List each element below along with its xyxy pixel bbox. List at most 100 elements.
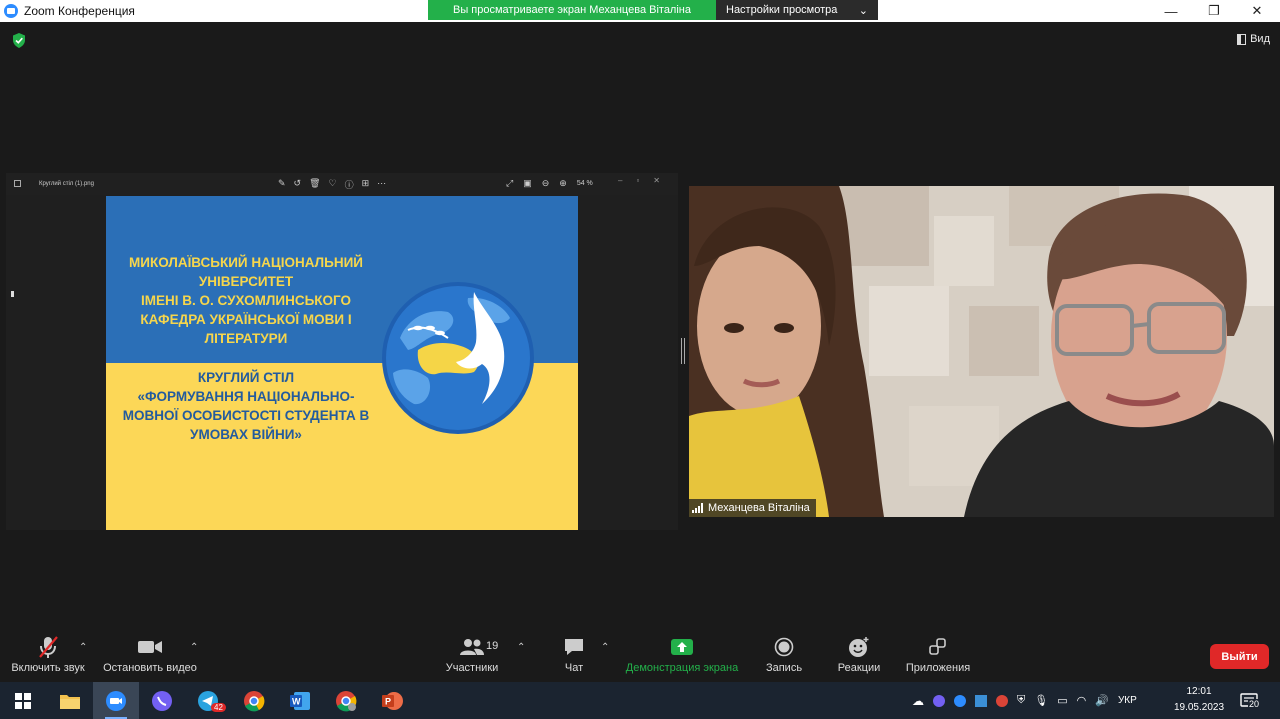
- record-icon: [774, 632, 794, 662]
- delete-icon: 🗑: [309, 178, 321, 188]
- record-button[interactable]: Запись: [762, 632, 806, 680]
- chat-bubble-icon: [563, 632, 585, 662]
- view-settings-button[interactable]: Настройки просмотра ⌄: [716, 0, 878, 20]
- viewer-maximize-icon: ▫: [636, 176, 640, 185]
- leave-meeting-button[interactable]: Выйти: [1210, 644, 1269, 669]
- video-camera-icon: [137, 632, 163, 662]
- share-banner: Вы просматриваете экран Механцева Віталі…: [428, 0, 878, 20]
- audio-options-caret[interactable]: ⌃: [79, 642, 87, 653]
- record-label: Запись: [765, 662, 803, 674]
- battery-icon[interactable]: ▭: [1057, 694, 1067, 707]
- file-explorer-taskbar-button[interactable]: [47, 682, 93, 719]
- zoom-logo-icon: [4, 4, 18, 18]
- title-bar: Zoom Конференция Вы просматриваете экран…: [0, 0, 1280, 22]
- language-indicator[interactable]: УКР: [1118, 695, 1137, 706]
- onedrive-cloud-icon[interactable]: ☁: [912, 694, 924, 708]
- chat-options-caret[interactable]: ⌃: [601, 642, 609, 653]
- university-line: КАФЕДРА УКРАЇНСЬКОЇ МОВИ І: [140, 312, 352, 327]
- chevron-down-icon: ⌄: [858, 4, 868, 17]
- info-icon: ⓘ: [344, 180, 354, 190]
- chrome-icon: [244, 690, 265, 711]
- chrome-taskbar-button[interactable]: [231, 682, 277, 719]
- share-banner-text: Вы просматриваете экран Механцева Віталі…: [428, 0, 716, 20]
- viewer-zoom-level: 54 %: [576, 180, 593, 187]
- event-title: КРУГЛИЙ СТІЛ «ФОРМУВАННЯ НАЦІОНАЛЬНО- МО…: [116, 368, 376, 444]
- crop-icon: ⊞: [361, 178, 370, 188]
- share-screen-icon: [670, 632, 694, 662]
- zoom-out-icon: ⊖: [541, 178, 550, 188]
- signal-strength-icon: [692, 503, 703, 513]
- close-button[interactable]: ✕: [1235, 0, 1279, 22]
- minimize-button[interactable]: —: [1149, 0, 1193, 22]
- split-view-divider[interactable]: [681, 338, 685, 364]
- system-tray: ☁ ⛨ 🎙 ▭ ◠ 🔊 УКР: [912, 682, 1137, 719]
- svg-text:P: P: [385, 696, 391, 706]
- unmute-label: Включить звук: [11, 662, 85, 674]
- expand-icon: ⤢: [506, 178, 514, 188]
- more-icon: ⋯: [377, 178, 387, 188]
- clock-time: 12:01: [1186, 686, 1212, 697]
- app-tray-icon[interactable]: [975, 694, 987, 707]
- viber-icon: [152, 690, 172, 711]
- clock-date: 19.05.2023: [1173, 702, 1225, 713]
- reactions-label: Реакции: [837, 662, 881, 674]
- stop-video-label: Остановить видео: [103, 662, 197, 674]
- event-line: УМОВАХ ВІЙНИ»: [190, 427, 302, 442]
- word-taskbar-button[interactable]: W: [277, 682, 323, 719]
- powerpoint-icon: P: [382, 691, 403, 710]
- share-screen-label: Демонстрация экрана: [625, 662, 739, 674]
- view-layout-icon: [1237, 33, 1247, 45]
- view-button[interactable]: Вид: [1237, 33, 1270, 45]
- apps-icon: [928, 632, 948, 662]
- participants-label: Участники: [445, 662, 499, 674]
- favorite-icon: ♡: [328, 178, 337, 188]
- mouse-cursor: [11, 291, 14, 297]
- participants-icon: [459, 632, 485, 662]
- notification-center-button[interactable]: 20: [1240, 693, 1262, 714]
- reaction-smiley-icon: [848, 632, 870, 662]
- microphone-tray-icon[interactable]: 🎙: [1034, 694, 1048, 707]
- chat-button[interactable]: Чат: [556, 632, 592, 680]
- fit-icon: ▣: [523, 178, 532, 188]
- zoom-in-icon: ⊕: [559, 178, 567, 188]
- stop-video-button[interactable]: Остановить видео: [100, 632, 200, 680]
- zoom-tray-icon[interactable]: [954, 694, 966, 707]
- video-options-caret[interactable]: ⌃: [190, 642, 198, 653]
- maximize-button[interactable]: ❐: [1192, 0, 1236, 22]
- university-line: ІМЕНІ В. О. СУХОМЛИНСЬКОГО: [141, 293, 351, 308]
- view-settings-label: Настройки просмотра: [726, 4, 838, 16]
- powerpoint-taskbar-button[interactable]: P: [369, 682, 415, 719]
- viewer-zoom-tools: ⤢ ▣ ⊖ ⊕ 54 %: [506, 178, 593, 189]
- event-line: МОВНОЇ ОСОБИСТОСТІ СТУДЕНТА В: [122, 408, 370, 423]
- clock[interactable]: 12:01 19.05.2023: [1172, 684, 1226, 716]
- volume-icon[interactable]: 🔊: [1095, 694, 1109, 707]
- folder-icon: [60, 694, 80, 709]
- word-icon: W: [290, 691, 310, 710]
- apps-button[interactable]: Приложения: [902, 632, 974, 680]
- chrome-tray-icon[interactable]: [996, 694, 1008, 707]
- meeting-toolbar: Включить звук ⌃ Остановить видео ⌃ Участ…: [0, 632, 1280, 682]
- participant-name: Механцева Віталіна: [708, 502, 810, 514]
- wifi-icon[interactable]: ◠: [1077, 694, 1087, 707]
- notification-count: 20: [1248, 699, 1261, 709]
- chrome-profile-taskbar-button[interactable]: [323, 682, 369, 719]
- university-title: МИКОЛАЇВСЬКИЙ НАЦІОНАЛЬНИЙ УНІВЕРСИТЕТ І…: [116, 253, 376, 348]
- unmute-button[interactable]: Включить звук: [8, 632, 88, 680]
- viewer-filename: Круглий стіл (1).png: [39, 181, 94, 187]
- zoom-taskbar-button[interactable]: [93, 682, 139, 719]
- security-shield-icon[interactable]: [12, 33, 26, 48]
- event-line: КРУГЛИЙ СТІЛ: [197, 370, 295, 385]
- telegram-taskbar-button[interactable]: 42: [185, 682, 231, 719]
- start-button[interactable]: [0, 682, 46, 719]
- viewer-window-controls: – ▫ ✕: [618, 176, 660, 185]
- participant-video-tile[interactable]: Механцева Віталіна: [689, 186, 1274, 517]
- participants-count: 19: [486, 640, 499, 652]
- apps-label: Приложения: [905, 662, 971, 674]
- security-tray-icon[interactable]: ⛨: [1017, 694, 1025, 707]
- participants-options-caret[interactable]: ⌃: [517, 642, 525, 653]
- viber-tray-icon[interactable]: [933, 694, 945, 707]
- video-feed-image: [689, 186, 1274, 517]
- viber-taskbar-button[interactable]: [139, 682, 185, 719]
- reactions-button[interactable]: Реакции: [834, 632, 884, 680]
- share-screen-button[interactable]: Демонстрация экрана: [622, 632, 742, 680]
